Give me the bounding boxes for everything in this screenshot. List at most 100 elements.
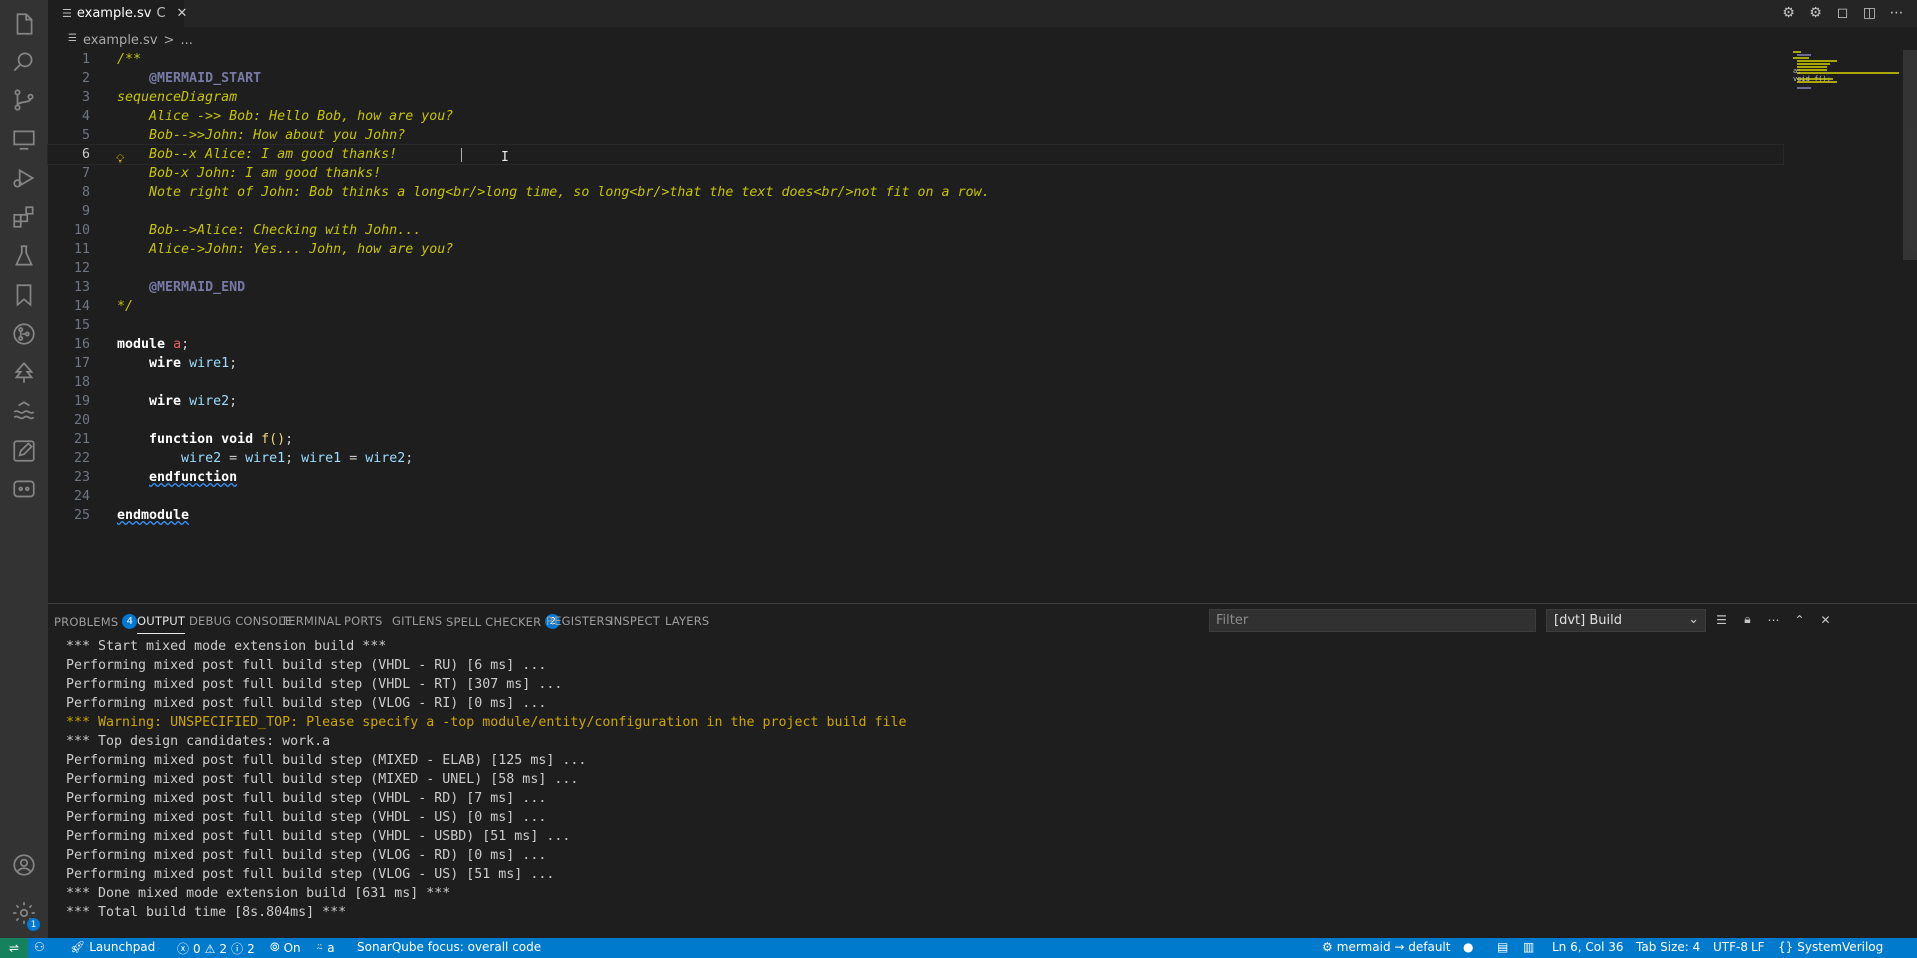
tab-output[interactable]: OUTPUT [137,614,186,634]
cursor-position[interactable]: Ln 6, Col 36 [1552,940,1624,954]
line-number: 6 [81,147,90,162]
maximize-panel-icon[interactable]: ⌃ [1792,612,1807,627]
code-text: endmodule [117,508,190,523]
panel-tab-label: PROBLEMS [54,614,119,629]
tab-spell-checker[interactable]: SPELL CHECKER 2 [446,614,561,629]
output-filter-input[interactable]: Filter [1209,609,1536,632]
tab-inspect[interactable]: INSPECT [610,614,660,628]
sonarqube-focus[interactable]: SonarQube focus: overall code [357,940,541,954]
code-line[interactable]: 13 @MERMAID_END [48,278,1783,297]
more-actions-icon[interactable]: ⋯ [1766,612,1781,627]
code-line[interactable]: 15 [48,316,1783,335]
branch-status[interactable]: ⍨ a [316,940,335,955]
code-line[interactable]: 19 wire wire2; [48,392,1783,411]
minimap[interactable]: a; void f(); [1783,50,1903,490]
info-icon: ⓘ [231,942,244,956]
panel-tab-label: SPELL CHECKER [446,614,542,629]
scrollbar-thumb[interactable] [1903,50,1917,260]
language-mode[interactable]: {} SystemVerilog [1778,940,1883,954]
code-line[interactable]: 21 function void f(); [48,430,1783,449]
code-line[interactable]: 5 Bob-->>John: How about you John? [48,126,1783,145]
accounts-icon[interactable] [0,841,48,889]
code-line[interactable]: 11 Alice->John: Yes... John, how are you… [48,240,1783,259]
code-line[interactable]: 25 endmodule [48,506,1783,525]
output-line: Performing mixed post full build step (V… [66,696,547,711]
sonarlint-status[interactable]: ⦾ On [270,940,301,955]
tab-gitlens[interactable]: GITLENS [392,614,442,628]
panel-tab-label: TERMINAL [281,614,342,628]
error-icon: ⓧ [177,942,190,956]
encoding[interactable]: UTF-8 [1713,940,1748,954]
code-line[interactable]: 4 Alice ->> Bob: Hello Bob, how are you? [48,107,1783,126]
code-line[interactable]: 9 [48,202,1783,221]
output-log[interactable]: *** Start mixed mode extension build ***… [66,637,907,922]
code-line[interactable]: 7 Bob-x John: I am good thanks! [48,164,1783,183]
more-actions-icon[interactable]: ⋯ [1888,4,1905,21]
code-line[interactable]: 17 wire wire1; [48,354,1783,373]
code-line[interactable]: 16 module a; [48,335,1783,354]
code-line[interactable]: 14 */ [48,297,1783,316]
tab-example-sv[interactable]: ☰ example.sv C ✕ [48,0,187,27]
code-line[interactable]: 8 Note right of John: Bob thinks a long<… [48,183,1783,202]
line-number: 23 [73,470,90,485]
tab-problems[interactable]: PROBLEMS 4 [54,614,138,629]
mermaid-config[interactable]: ⚙ mermaid → default [1322,940,1450,954]
end-of-line[interactable]: LF [1751,940,1765,954]
code-text: endfunction [149,470,238,485]
problems-summary[interactable]: ⓧ 0 ⚠ 2 ⓘ 2 [177,940,255,957]
panel-tab-label: DEBUG CONSOLE [189,614,293,628]
tab-terminal[interactable]: TERMINAL [281,614,341,628]
line-number: 4 [81,109,90,124]
settings-alt-icon[interactable]: ⚙ [1807,4,1824,21]
tab-ports[interactable]: PORTS [344,614,382,628]
tab-layers[interactable]: LAYERS [665,614,709,628]
code-line[interactable]: 22 wire2 = wire1; wire1 = wire2; [48,449,1783,468]
launchpad-item[interactable]: 🚀︎ Launchpad [70,940,155,954]
code-editor[interactable]: 1 /** 2 @MERMAID_START 3 sequenceDiagram 4 Al… [47,50,1784,523]
tab-debug-console[interactable]: DEBUG CONSOLE [189,614,292,628]
lock-icon[interactable]: 🔒︎ [1740,612,1755,627]
code-line[interactable]: 23 endfunction [48,468,1783,487]
settings-gear-icon[interactable]: ⚙ [1780,4,1797,21]
notes-status[interactable]: ▤ [1497,940,1508,954]
code-line[interactable]: 18 [48,373,1783,392]
code-text: Bob--x Alice: I am good thanks! [117,147,398,162]
line-number: 24 [73,489,90,504]
split-editor-icon[interactable]: ◫ [1861,4,1878,21]
code-text: @MERMAID_START [149,71,262,86]
breadcrumb-file[interactable]: example.sv [83,33,158,48]
tab-size[interactable]: Tab Size: 4 [1636,940,1700,954]
code-text: module a; [117,337,190,352]
code-line[interactable]: 2 @MERMAID_START [48,69,1783,88]
code-line[interactable]: 1 /** [48,50,1783,69]
code-line[interactable]: 20 [48,411,1783,430]
line-number: 17 [73,356,90,371]
code-line[interactable]: 10 Bob-->Alice: Checking with John... [48,221,1783,240]
manage-gear-icon[interactable]: 1 [0,889,48,937]
document-status[interactable]: ▥ [1523,940,1534,954]
code-line[interactable]: 3 sequenceDiagram [48,88,1783,107]
chat-icon[interactable] [0,466,48,514]
close-icon[interactable]: ✕ [177,6,188,21]
circle-status[interactable]: ● [1463,940,1473,954]
code-text: wire wire2; [149,394,238,409]
language-label: SystemVerilog [1797,940,1884,954]
warning-icon: ⚠ [204,941,216,956]
editor-scrollbar[interactable] [1903,50,1917,490]
code-line[interactable]: 24 [48,487,1783,506]
list-filter-icon[interactable]: ☰ [1714,612,1729,627]
accounts-status[interactable]: ⚇ [34,940,45,954]
code-line[interactable]: 6 Bob--x Alice: I am good thanks! 💡︎ I [47,144,1784,166]
scope-icon: ⍨ [316,940,324,954]
line-number: 25 [73,508,90,523]
square-icon[interactable]: ◻ [1834,4,1851,21]
output-channel-select[interactable]: [dvt] Build ⌄ [1546,609,1706,632]
breadcrumb-tail[interactable]: ... [180,33,192,48]
activity-bar: 1 [0,0,48,938]
close-panel-icon[interactable]: ✕ [1818,612,1833,627]
output-warning-line: *** Warning: UNSPECIFIED_TOP: Please spe… [66,715,907,730]
remote-indicator[interactable]: ⇌ [0,938,28,958]
tab-registers[interactable]: REGISTERS [546,614,612,628]
manage-badge: 1 [27,918,40,931]
code-line[interactable]: 12 [48,259,1783,278]
